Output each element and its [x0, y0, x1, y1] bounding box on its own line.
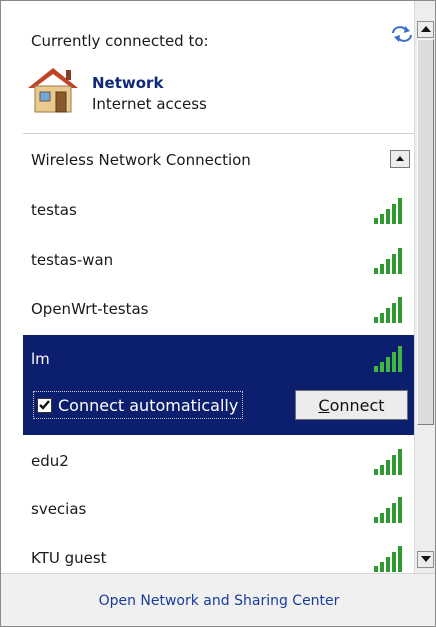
connect-automatically-label: Connect automatically [58, 395, 239, 415]
network-item-svecias[interactable]: svecias [23, 487, 414, 531]
network-item-testas-wan[interactable]: testas-wan [23, 238, 414, 282]
connect-automatically-checkbox[interactable] [37, 397, 52, 413]
signal-strength-icon [374, 248, 402, 274]
signal-strength-icon [374, 346, 402, 372]
network-name: KTU guest [31, 549, 107, 567]
network-name: edu2 [31, 452, 69, 470]
connect-mnemonic: C [318, 395, 330, 415]
open-network-sharing-center-link[interactable]: Open Network and Sharing Center [1, 593, 435, 609]
connected-network-status: Internet access [92, 95, 207, 113]
currently-connected-heading: Currently connected to: [31, 32, 209, 50]
network-name: OpenWrt-testas [31, 300, 149, 318]
footer-bar: Open Network and Sharing Center [1, 573, 435, 626]
network-name: svecias [31, 500, 87, 518]
signal-strength-icon [374, 497, 402, 523]
signal-strength-icon [374, 198, 402, 224]
network-list-area: Currently connected to: Network Internet… [9, 1, 414, 573]
network-item-edu2[interactable]: edu2 [23, 439, 414, 483]
collapse-icon [396, 156, 404, 161]
network-name: testas [31, 201, 77, 219]
connect-button[interactable]: Connect [295, 390, 408, 420]
signal-strength-icon [374, 297, 402, 323]
network-item-testas[interactable]: testas [23, 188, 414, 232]
network-item-lm-selected[interactable]: lm Connect automatically Connect [23, 335, 414, 435]
network-name: lm [31, 350, 50, 368]
network-flyout: Currently connected to: Network Internet… [0, 0, 436, 627]
network-item-openwrt-testas[interactable]: OpenWrt-testas [23, 287, 414, 331]
refresh-icon[interactable] [391, 25, 413, 43]
scroll-thumb[interactable] [417, 39, 434, 425]
scroll-down-button[interactable] [417, 551, 434, 568]
scroll-up-button[interactable] [417, 21, 434, 38]
connected-network-name: Network [92, 74, 164, 92]
signal-strength-icon [374, 449, 402, 475]
connect-automatically-option[interactable]: Connect automatically [33, 391, 244, 419]
signal-strength-icon [374, 546, 402, 572]
divider [23, 133, 414, 134]
network-item-ktu-guest[interactable]: KTU guest [23, 536, 414, 573]
connect-label-rest: onnect [329, 395, 385, 415]
arrow-up-icon [421, 26, 431, 32]
collapse-section-button[interactable] [390, 150, 410, 168]
wireless-section-label: Wireless Network Connection [31, 151, 251, 169]
checkmark-icon [39, 399, 50, 410]
vertical-scrollbar[interactable] [414, 1, 435, 573]
house-icon [28, 68, 78, 113]
arrow-down-icon [421, 556, 431, 562]
network-name: testas-wan [31, 251, 114, 269]
